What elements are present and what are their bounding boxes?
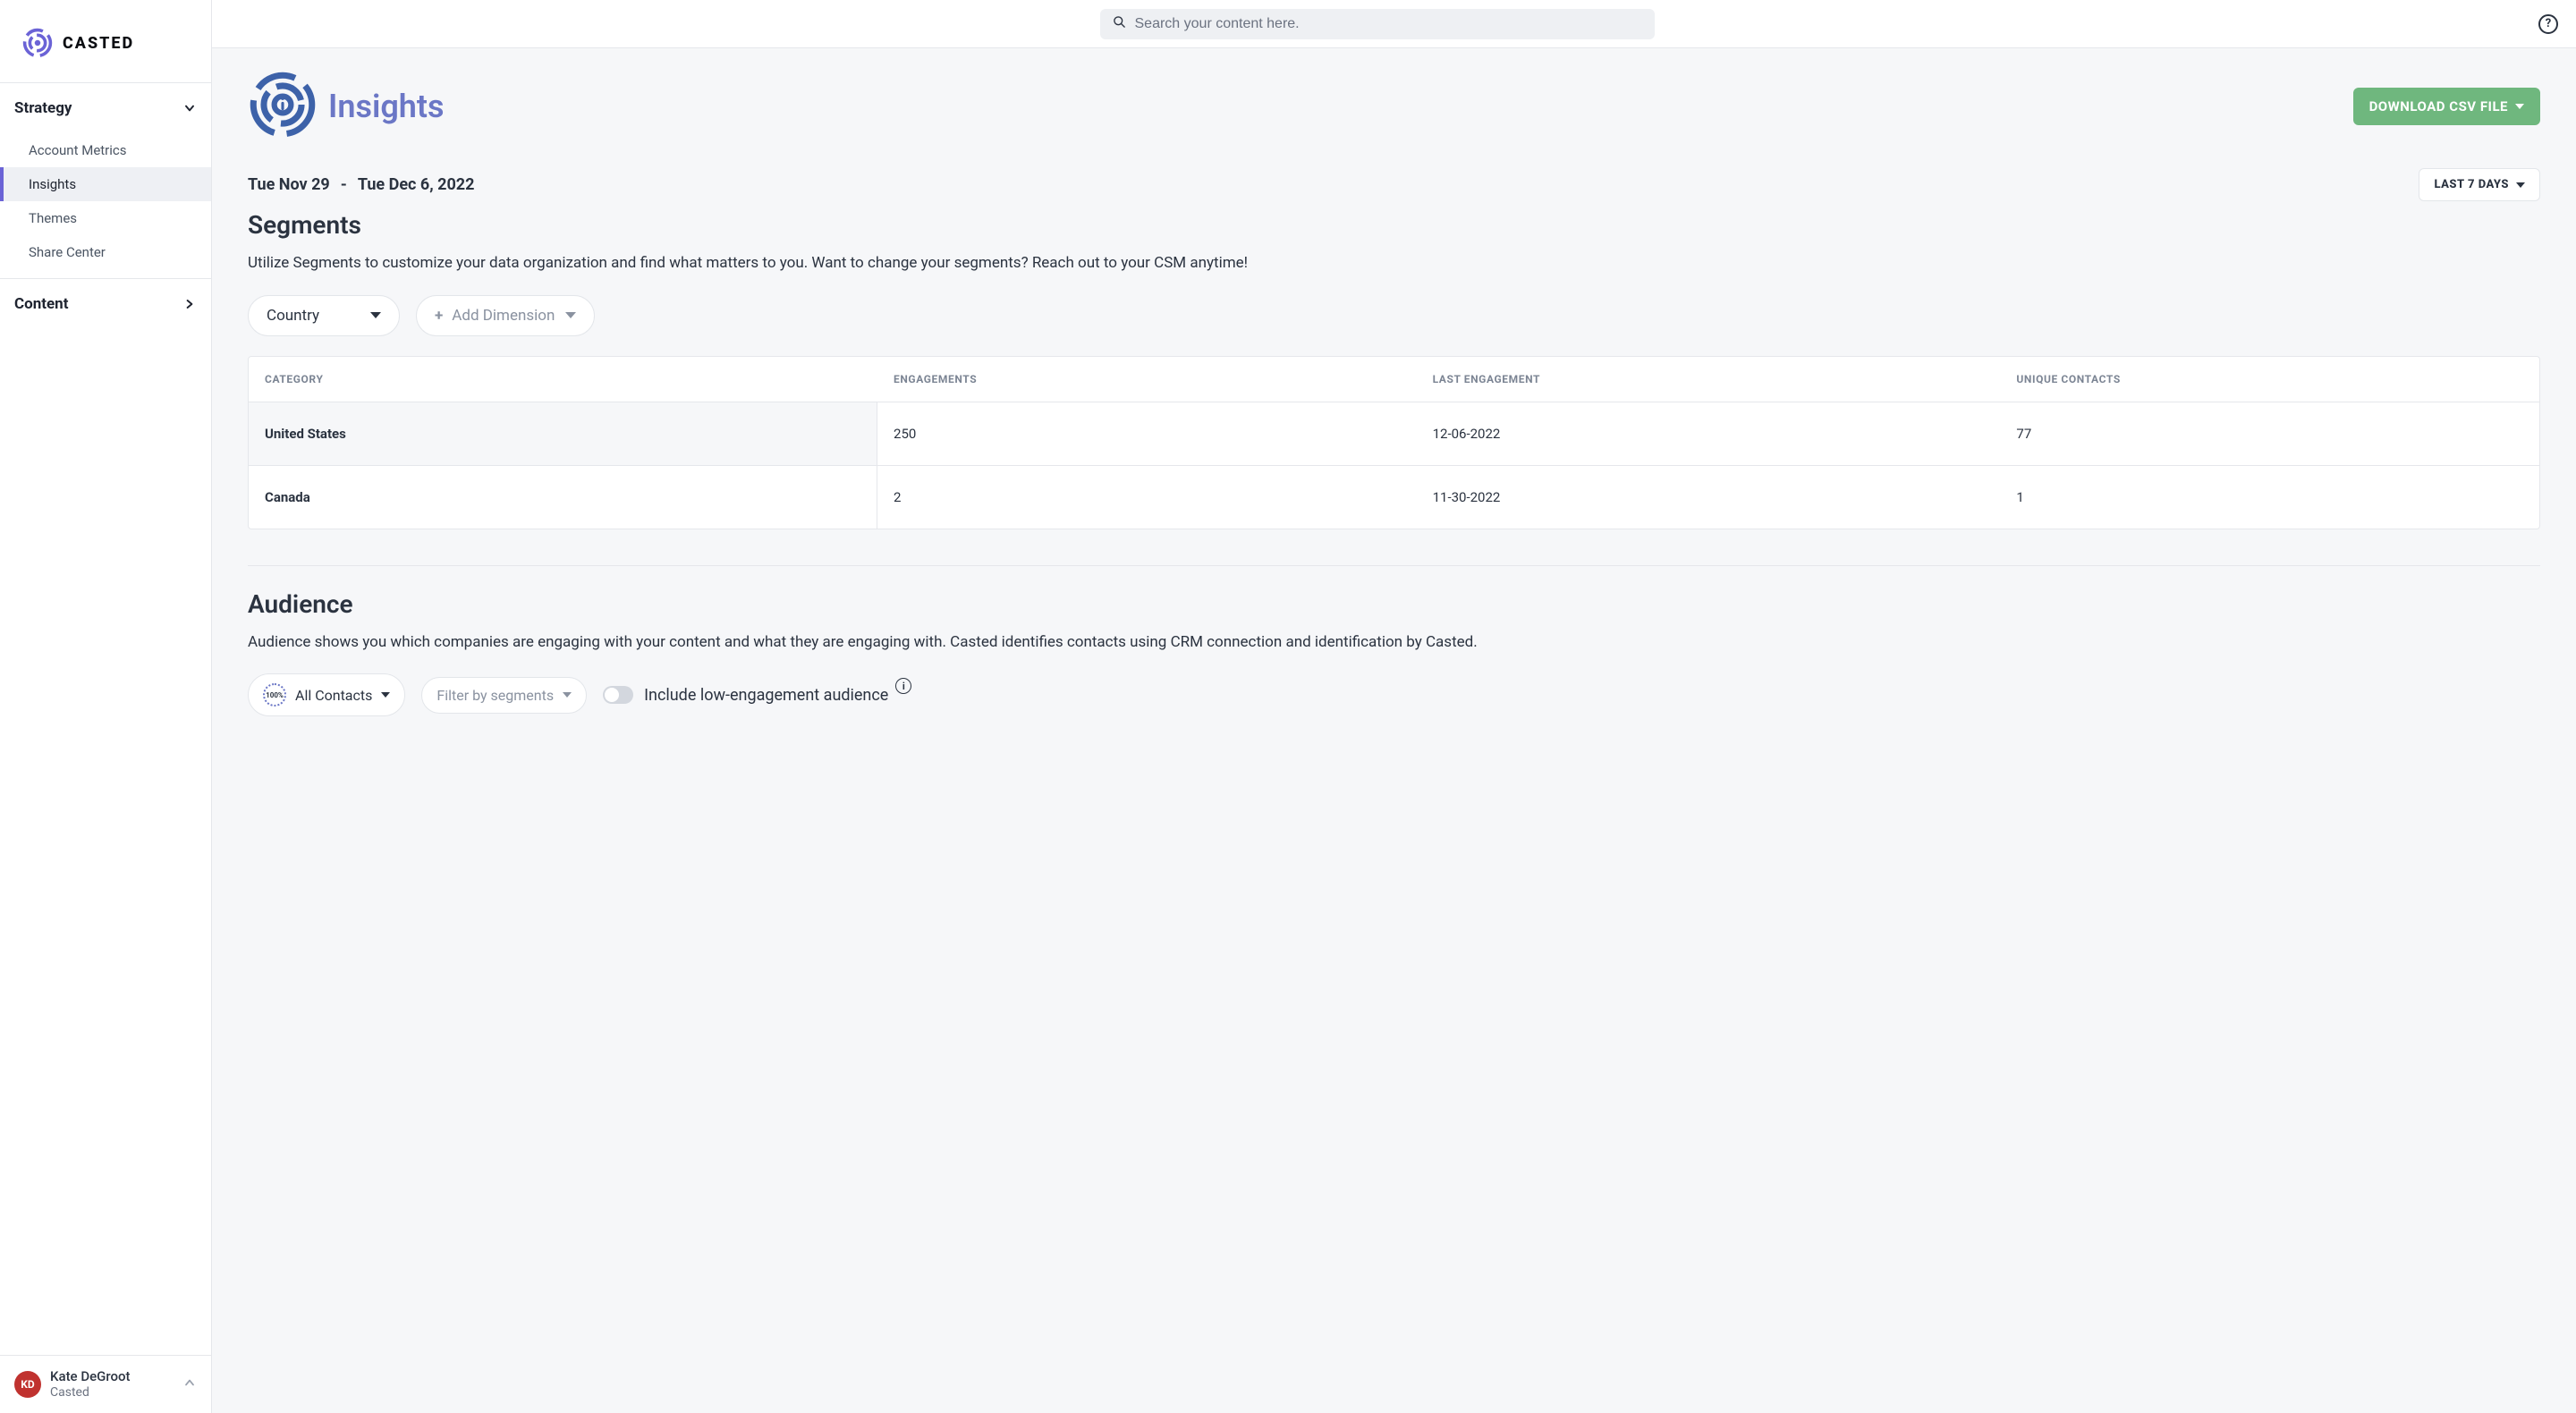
page-title: Insights	[328, 88, 445, 125]
sidebar-section-content: Content	[0, 278, 211, 329]
sidebar-section-content-title: Content	[14, 295, 68, 313]
contacts-filter-label: All Contacts	[295, 687, 372, 704]
sidebar-item-insights[interactable]: Insights	[0, 167, 211, 201]
chevron-up-icon	[182, 1375, 197, 1393]
segments-description: Utilize Segments to customize your data …	[248, 252, 2540, 275]
brand-logo[interactable]: CASTED	[0, 0, 211, 82]
info-icon[interactable]: i	[895, 678, 911, 694]
search-input[interactable]	[1135, 16, 1642, 32]
add-dimension-label: Add Dimension	[452, 307, 555, 325]
download-csv-button[interactable]: DOWNLOAD CSV FILE	[2353, 88, 2540, 125]
dimension-selected-label: Country	[267, 307, 319, 325]
caret-down-icon	[563, 692, 572, 698]
sidebar-section-strategy-title: Strategy	[14, 99, 72, 117]
sidebar-section-content-header[interactable]: Content	[0, 279, 211, 329]
brand-logo-icon	[21, 27, 54, 59]
col-last-engagement: LAST ENGAGEMENT	[1417, 357, 2001, 402]
sidebar-user[interactable]: KD Kate DeGroot Casted	[0, 1355, 211, 1413]
cell-last-engagement: 12-06-2022	[1417, 402, 2001, 465]
low-engagement-toggle[interactable]	[603, 686, 633, 704]
plus-icon: +	[435, 307, 443, 325]
date-range-start: Tue Nov 29	[248, 175, 330, 194]
sidebar-item-account-metrics[interactable]: Account Metrics	[0, 133, 211, 167]
segment-filter-placeholder: Filter by segments	[436, 687, 554, 704]
add-dimension-button[interactable]: + Add Dimension	[416, 295, 595, 336]
low-engagement-label: Include low-engagement audience	[644, 686, 888, 705]
sidebar: CASTED Strategy Account Metrics Insights…	[0, 0, 212, 1413]
date-range-dash: -	[341, 175, 347, 194]
chevron-right-icon	[182, 297, 197, 311]
download-csv-label: DOWNLOAD CSV FILE	[2369, 98, 2508, 114]
search-icon	[1113, 15, 1126, 32]
col-engagements: ENGAGEMENTS	[877, 357, 1417, 402]
cell-engagements: 2	[877, 466, 1417, 529]
date-range-display: Tue Nov 29 - Tue Dec 6, 2022	[248, 175, 474, 194]
table-row[interactable]: United States 250 12-06-2022 77	[249, 402, 2539, 465]
date-range-preset-label: LAST 7 DAYS	[2434, 178, 2509, 191]
user-name: Kate DeGroot	[50, 1368, 131, 1385]
segments-table: CATEGORY ENGAGEMENTS LAST ENGAGEMENT UNI…	[248, 356, 2540, 529]
date-range-end: Tue Dec 6, 2022	[358, 175, 475, 194]
sidebar-section-strategy: Strategy Account Metrics Insights Themes…	[0, 82, 211, 278]
caret-down-icon	[370, 312, 381, 318]
chevron-down-icon	[182, 101, 197, 115]
table-row[interactable]: Canada 2 11-30-2022 1	[249, 465, 2539, 529]
sidebar-item-share-center[interactable]: Share Center	[0, 235, 211, 269]
date-range-preset-dropdown[interactable]: LAST 7 DAYS	[2419, 168, 2540, 201]
audience-description: Audience shows you which companies are e…	[248, 631, 2540, 655]
avatar: KD	[14, 1371, 41, 1398]
section-divider	[248, 565, 2540, 566]
cell-engagements: 250	[877, 402, 1417, 465]
main: ? Insights D	[212, 0, 2576, 1413]
caret-down-icon	[565, 312, 576, 318]
caret-down-icon	[2515, 104, 2524, 109]
segments-table-header: CATEGORY ENGAGEMENTS LAST ENGAGEMENT UNI…	[249, 357, 2539, 402]
segment-filter-dropdown[interactable]: Filter by segments	[421, 677, 587, 714]
contacts-filter-dropdown[interactable]: 100% All Contacts	[248, 673, 405, 716]
gauge-icon: 100%	[263, 683, 286, 706]
topbar: ?	[212, 0, 2576, 48]
dimension-dropdown[interactable]: Country	[248, 295, 400, 336]
cell-unique-contacts: 1	[2000, 466, 2539, 529]
sidebar-section-strategy-header[interactable]: Strategy	[0, 83, 211, 133]
audience-heading: Audience	[248, 589, 2540, 619]
user-org: Casted	[50, 1385, 131, 1401]
segments-heading: Segments	[248, 210, 2540, 240]
col-unique-contacts: UNIQUE CONTACTS	[2000, 357, 2539, 402]
sidebar-item-themes[interactable]: Themes	[0, 201, 211, 235]
insights-logo-icon	[248, 70, 318, 143]
cell-last-engagement: 11-30-2022	[1417, 466, 2001, 529]
caret-down-icon	[2516, 182, 2525, 188]
cell-category: Canada	[249, 466, 877, 529]
cell-unique-contacts: 77	[2000, 402, 2539, 465]
col-category: CATEGORY	[249, 357, 877, 402]
help-button[interactable]: ?	[2538, 14, 2558, 34]
caret-down-icon	[381, 692, 390, 698]
cell-category: United States	[249, 402, 877, 465]
brand-name: CASTED	[63, 34, 134, 53]
search-field[interactable]	[1100, 9, 1655, 39]
